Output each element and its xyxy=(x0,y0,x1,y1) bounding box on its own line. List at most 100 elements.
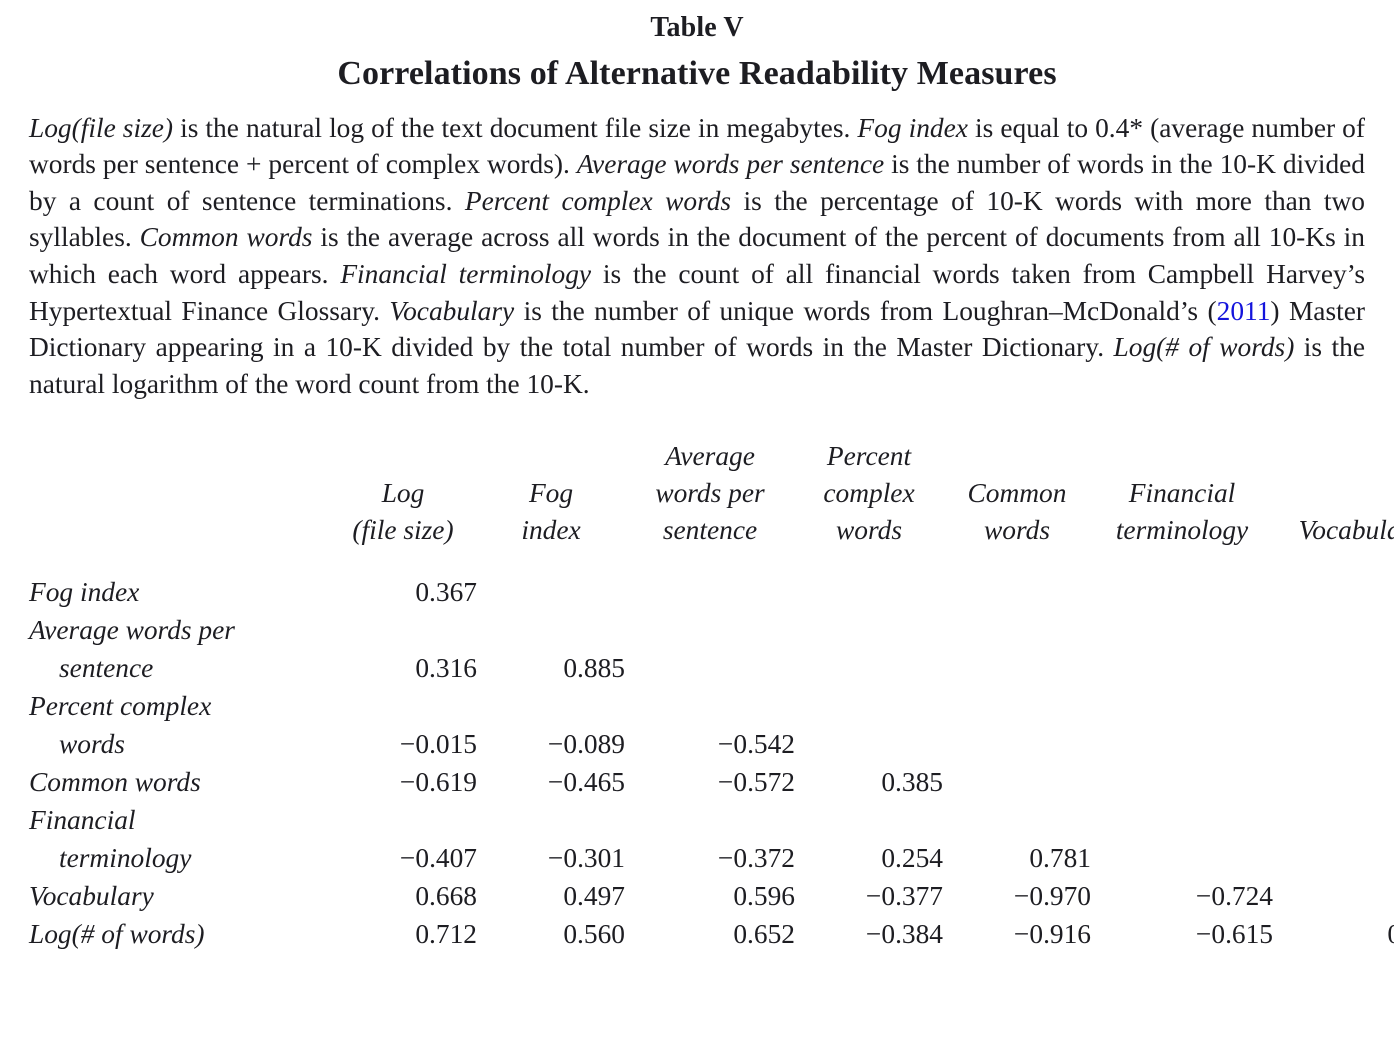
column-header-fog-index: Fog index xyxy=(477,438,625,549)
column-header-log-file-size: Log (file size) xyxy=(329,438,477,549)
bottom-rule xyxy=(29,953,1394,965)
row-label-line-2: terminology xyxy=(59,843,192,874)
row-label: Percent complex words xyxy=(29,687,329,763)
column-header-vocabulary: Vocabulary xyxy=(1273,438,1394,549)
header-line-2: Log xyxy=(381,478,425,509)
row-label: Common words xyxy=(29,763,329,801)
row-label: Average words per sentence xyxy=(29,611,329,687)
table-cell-value: 0.560 xyxy=(563,919,625,950)
header-line-3: terminology xyxy=(1115,515,1249,546)
caption-term: Percent complex words xyxy=(464,185,732,216)
row-label-line-1: Vocabulary xyxy=(29,881,154,912)
header-line-2: Fog xyxy=(528,478,574,509)
mid-rule-row xyxy=(29,549,1394,560)
row-label: Financial terminology xyxy=(29,801,329,877)
header-line-3: Vocabulary xyxy=(1298,515,1394,546)
table-cell-empty xyxy=(1091,687,1273,763)
header-line-2: Common xyxy=(967,478,1067,509)
top-rule-row xyxy=(29,423,1394,438)
table-cell-value: −0.089 xyxy=(547,729,625,760)
column-header-percent-complex-words: Percent complex words xyxy=(795,438,943,549)
header-line-2: Financial xyxy=(1128,478,1236,509)
row-label-line-1: Common words xyxy=(29,767,201,798)
citation-link[interactable]: 2011 xyxy=(1217,296,1271,326)
table-cell-empty xyxy=(477,573,625,611)
table-cell-value: −0.377 xyxy=(865,881,943,912)
table-cell-value: −0.724 xyxy=(1195,881,1273,912)
header-line-3: words xyxy=(836,515,902,546)
table-container: Log (file size) Fog index Average words … xyxy=(29,402,1394,965)
top-rule xyxy=(29,423,1394,438)
table-cell-value: 0.885 xyxy=(563,653,625,684)
caption-term: Fog index xyxy=(857,112,968,143)
table-cell-value: 0.652 xyxy=(733,919,795,950)
table-cell-empty xyxy=(625,573,795,611)
row-label-line-2: sentence xyxy=(59,653,154,684)
table-cell-empty xyxy=(943,687,1091,763)
table-cell-value: −0.015 xyxy=(399,729,477,760)
table-cell-value: 0.781 xyxy=(1029,843,1091,874)
table-cell-empty xyxy=(943,573,1091,611)
table-cell-empty xyxy=(1091,763,1273,801)
table-cell-value: 0.385 xyxy=(881,767,943,798)
row-label: Fog index xyxy=(29,573,329,611)
table-head: Log (file size) Fog index Average words … xyxy=(29,423,1394,573)
table-row: Vocabulary 0.668 0.497 0.596 −0.377 −0.970 −0.… xyxy=(29,877,1394,915)
table-row: Fog index 0.367 xyxy=(29,573,1394,611)
header-line-1: Percent xyxy=(826,441,912,472)
caption-term: Common words xyxy=(139,222,313,253)
table-caption: Log(file size) is the natural log of the… xyxy=(29,92,1365,403)
table-cell-empty xyxy=(1091,611,1273,687)
header-rule xyxy=(29,549,1394,560)
table-cell-value: 0.497 xyxy=(563,881,625,912)
table-cell-value: −0.970 xyxy=(1013,881,1091,912)
row-label: Log(# of words) xyxy=(29,915,329,953)
table-cell-value: −0.407 xyxy=(399,843,477,874)
table-page: Table V Correlations of Alternative Read… xyxy=(0,0,1394,1056)
table-cell-value: −0.384 xyxy=(865,919,943,950)
caption-text: is the number of unique words from Lough… xyxy=(514,295,1217,326)
row-label-line-1: Fog index xyxy=(29,577,140,608)
caption-term: Financial terminology xyxy=(340,259,592,290)
table-row: Percent complex words −0.015 −0.089 −0.542 xyxy=(29,687,1394,763)
table-cell-value: −0.542 xyxy=(717,729,795,760)
row-label-line-1: Percent complex xyxy=(29,691,212,722)
caption-term: Vocabulary xyxy=(389,295,515,326)
table-cell-empty xyxy=(795,611,943,687)
body-top-spacer-row xyxy=(29,560,1394,573)
table-body: Fog index 0.367 Average words per sentence 0… xyxy=(29,573,1394,953)
caption-term: Average words per sentence xyxy=(576,149,885,180)
table-cell-value: 0.712 xyxy=(415,919,477,950)
table-cell-value: 0.668 xyxy=(415,881,477,912)
table-cell-empty xyxy=(943,763,1091,801)
body-top-spacer xyxy=(29,560,1394,573)
row-label-line-1: Average words per xyxy=(29,615,235,646)
table-cell-value: −0.615 xyxy=(1195,919,1273,950)
header-line-3: (file size) xyxy=(352,515,454,546)
column-header-average-words-per-sentence: Average words per sentence xyxy=(625,438,795,549)
stub-header xyxy=(29,438,329,549)
table-cell-value: 0.596 xyxy=(733,881,795,912)
page-title: Correlations of Alternative Readability … xyxy=(337,55,1057,92)
row-label-line-1: Log(# of words) xyxy=(29,919,205,950)
caption-term: Log(# of words) xyxy=(1113,332,1295,363)
table-cell-empty xyxy=(1091,573,1273,611)
table-cell-value: −0.372 xyxy=(717,843,795,874)
correlation-table: Log (file size) Fog index Average words … xyxy=(29,423,1394,965)
header-line-2: complex xyxy=(823,478,915,509)
header-line-3: words xyxy=(984,515,1050,546)
table-cell-empty xyxy=(943,611,1091,687)
table-cell-value: −0.465 xyxy=(547,767,625,798)
row-label-line-2: words xyxy=(59,729,125,760)
caption-term: Log(file size) xyxy=(29,112,174,143)
table-cell-value: −0.916 xyxy=(1013,919,1091,950)
table-cell-empty xyxy=(1273,877,1394,915)
table-cell-value: 0.946 xyxy=(1273,915,1394,953)
table-cell-empty xyxy=(1273,611,1394,687)
column-header-financial-terminology: Financial terminology xyxy=(1091,438,1273,549)
table-cell-value: 0.367 xyxy=(415,577,477,608)
header-line-3: index xyxy=(521,515,581,546)
column-header-row: Log (file size) Fog index Average words … xyxy=(29,438,1394,549)
table-cell-empty xyxy=(1273,763,1394,801)
table-cell-empty xyxy=(795,573,943,611)
